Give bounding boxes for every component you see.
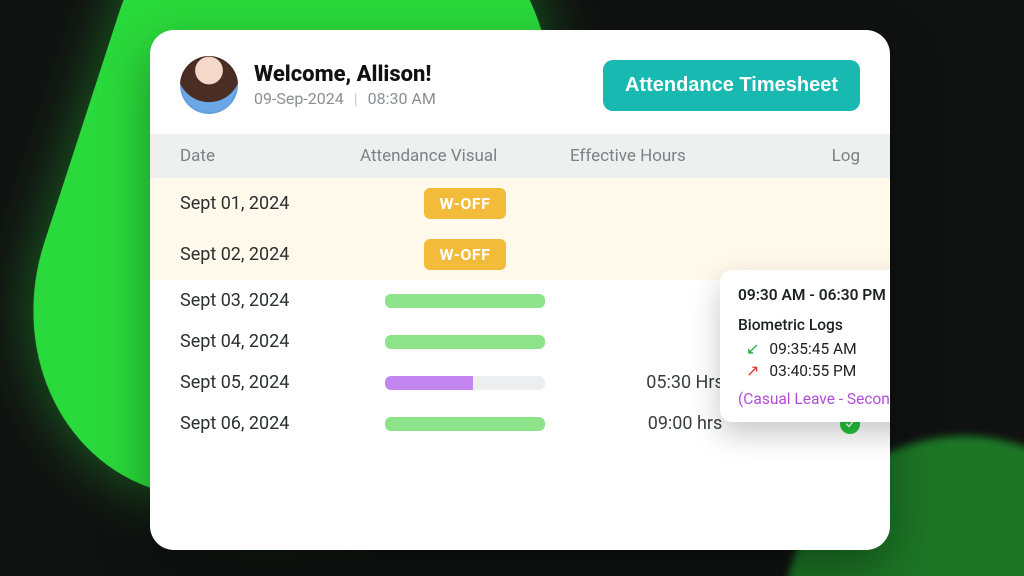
cell-attendance-visual <box>360 417 570 431</box>
welcome-block: Welcome, Allison! 09-Sep-2024 | 08:30 AM <box>254 62 603 108</box>
cell-date: Sept 02, 2024 <box>180 244 360 265</box>
attendance-bar-partial <box>385 376 545 390</box>
welcome-subtitle: 09-Sep-2024 | 08:30 AM <box>254 89 603 108</box>
arrow-in-icon: ↙ <box>746 341 759 357</box>
cell-attendance-visual: W-OFF <box>360 188 570 219</box>
cell-date: Sept 05, 2024 <box>180 372 360 393</box>
tooltip-note: (Casual Leave - Second Half) <box>738 390 890 408</box>
welcome-title: Welcome, Allison! <box>254 62 603 87</box>
attendance-card: Welcome, Allison! 09-Sep-2024 | 08:30 AM… <box>150 30 890 550</box>
welcome-date: 09-Sep-2024 <box>254 89 344 108</box>
cell-attendance-visual <box>360 335 570 349</box>
col-header-visual: Attendance Visual <box>360 146 570 166</box>
weekly-off-pill: W-OFF <box>424 239 507 270</box>
tooltip-log-in: ↙ 09:35:45 AM <box>746 340 890 358</box>
stage: Welcome, Allison! 09-Sep-2024 | 08:30 AM… <box>0 0 1024 576</box>
weekly-off-pill: W-OFF <box>424 188 507 219</box>
tooltip-in-time: 09:35:45 AM <box>769 340 856 358</box>
cell-attendance-visual: W-OFF <box>360 239 570 270</box>
welcome-time: 08:30 AM <box>368 89 436 108</box>
table-row[interactable]: Sept 01, 2024 W-OFF <box>150 178 890 229</box>
tooltip-log-out: ↗ 03:40:55 PM <box>746 362 890 380</box>
col-header-date: Date <box>180 146 360 166</box>
cell-attendance-visual <box>360 294 570 308</box>
card-header: Welcome, Allison! 09-Sep-2024 | 08:30 AM… <box>150 30 890 134</box>
tooltip-out-time: 03:40:55 PM <box>769 362 856 380</box>
separator: | <box>354 89 358 108</box>
col-header-effective: Effective Hours <box>570 146 800 166</box>
col-header-log: Log <box>800 146 860 166</box>
log-tooltip: 09:30 AM - 06:30 PM (Sep 05) Biometric L… <box>720 270 890 422</box>
attendance-bar-full <box>385 335 545 349</box>
attendance-bar-full <box>385 294 545 308</box>
tooltip-range: 09:30 AM - 06:30 PM (Sep 05) <box>738 286 890 304</box>
cell-date: Sept 04, 2024 <box>180 331 360 352</box>
cell-date: Sept 01, 2024 <box>180 193 360 214</box>
arrow-out-icon: ↗ <box>746 363 759 379</box>
cell-attendance-visual <box>360 376 570 390</box>
avatar <box>180 56 238 114</box>
cell-date: Sept 03, 2024 <box>180 290 360 311</box>
attendance-timesheet-button[interactable]: Attendance Timesheet <box>603 60 860 111</box>
attendance-bar-full <box>385 417 545 431</box>
cell-date: Sept 06, 2024 <box>180 413 360 434</box>
table-header: Date Attendance Visual Effective Hours L… <box>150 134 890 178</box>
tooltip-section: Biometric Logs <box>738 316 890 334</box>
